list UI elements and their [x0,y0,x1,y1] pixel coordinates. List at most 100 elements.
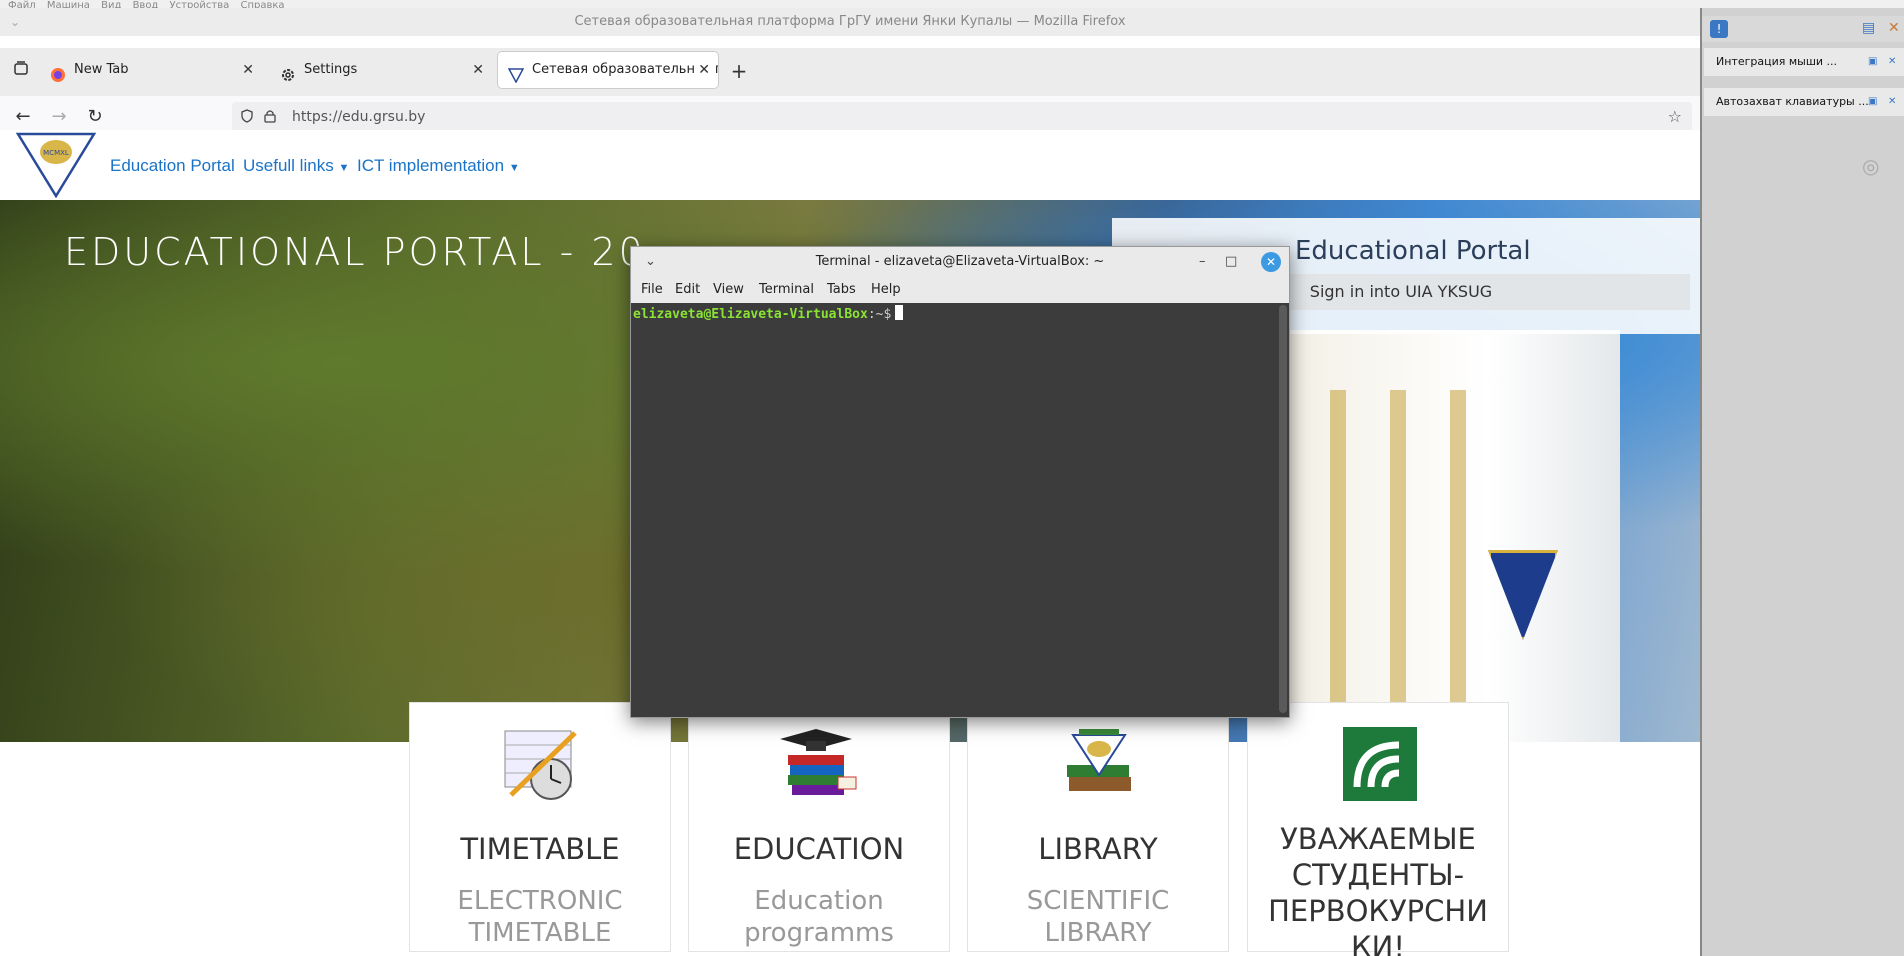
menu-devices[interactable]: Устройства [170,0,230,8]
tab-settings[interactable]: Settings ✕ [270,52,492,88]
belarusbank-logo-icon [1339,725,1419,803]
terminal-output[interactable]: elizaveta@Elizaveta-VirtualBox:~$ [631,303,1277,717]
site-navbar: MCMXL Education Portal Usefull links ▼ I… [0,130,1700,200]
graduation-books-icon [780,725,860,803]
card-title-line: ПЕРВОКУРСНИ [1268,894,1488,928]
timetable-icon [501,725,581,803]
tab-label: New Tab [74,62,129,77]
card-title-line: КИ! [1351,930,1405,956]
card-subtitle-line: ELECTRONIC [457,886,623,916]
info-icon[interactable]: ▣ [1868,56,1880,68]
close-icon[interactable]: ✕ [472,52,484,88]
menu-view[interactable]: View [713,282,744,297]
tab-label: Сетевая образовательная платф [532,62,718,77]
tab-bar: New Tab ✕ Settings ✕ Сетевая образовател… [0,48,1700,96]
card-subtitle: SCIENTIFIC LIBRARY [968,885,1228,949]
notification-keyboard-capture[interactable]: Автозахват клавиатуры ... ▣ ✕ [1704,88,1904,116]
building-image [1290,330,1620,742]
nav-usefull-links-label: Usefull links [243,156,334,175]
terminal-window: ⌄ Terminal - elizaveta@Elizaveta-Virtual… [630,246,1290,718]
card-title: TIMETABLE [460,832,620,866]
prompt-user: elizaveta@Elizaveta-VirtualBox [633,307,868,322]
card-subtitle-line: TIMETABLE [468,918,612,948]
card-library[interactable]: LIBRARY SCIENTIFIC LIBRARY [967,702,1229,952]
card-subtitle-line: programms [744,918,894,948]
card-subtitle-line: SCIENTIFIC [1026,886,1170,916]
forward-icon[interactable]: → [46,104,72,130]
globe-icon: ◎ [1862,154,1880,178]
url-text[interactable]: https://edu.grsu.by [292,102,425,132]
menu-edit[interactable]: Edit [675,282,700,297]
card-timetable[interactable]: TIMETABLE ELECTRONIC TIMETABLE [409,702,671,952]
new-tab-button[interactable]: + [726,58,752,84]
notification-text: Интеграция мыши ... [1716,55,1838,68]
notification-panel: ! ▤ ✕ Интеграция мыши ... ▣ ✕ Автозахват… [1700,8,1904,956]
tab-list-icon[interactable] [8,58,34,84]
card-education[interactable]: EDUCATION Education programms [688,702,950,952]
notification-mouse-integration[interactable]: Интеграция мыши ... ▣ ✕ [1704,48,1904,76]
maximize-icon[interactable]: □ [1225,247,1237,277]
card-row: TIMETABLE ELECTRONIC TIMETABLE EDUCATION… [0,702,1700,956]
url-bar[interactable]: https://edu.grsu.by ☆ [232,102,1692,132]
bookmark-star-icon[interactable]: ☆ [1668,102,1682,132]
tab-new-tab[interactable]: New Tab ✕ [40,52,262,88]
card-subtitle: ELECTRONIC TIMETABLE [410,885,670,949]
nav-ict-implementation[interactable]: ICT implementation ▼ [357,156,520,176]
prompt-path: :~$ [867,307,892,322]
minimize-icon[interactable]: – [1199,247,1206,277]
terminal-menubar: File Edit View Terminal Tabs Help [631,277,1289,303]
window-titlebar: ⌄ Сетевая образовательная платформа ГрГУ… [0,8,1700,36]
close-icon[interactable]: ✕ [695,52,710,88]
card-title: LIBRARY [1038,832,1158,866]
close-panel-icon[interactable]: ✕ [1888,20,1900,36]
card-title-line: УВАЖАЕМЫЕ [1280,822,1476,856]
chevron-down-icon[interactable]: ⌄ [645,247,656,277]
menu-file[interactable]: Файл [8,0,36,8]
grsu-logo[interactable]: MCMXL [15,130,97,199]
card-freshmen[interactable]: УВАЖАЕМЫЕ СТУДЕНТЫ- ПЕРВОКУРСНИ КИ! [1247,702,1509,956]
settings-icon[interactable]: ▤ [1862,20,1875,36]
menu-file[interactable]: File [641,282,663,297]
notification-center-icon[interactable]: ! [1710,20,1728,38]
close-icon[interactable]: ✕ [1888,56,1900,68]
close-icon[interactable]: ✕ [242,52,254,88]
card-title-line: СТУДЕНТЫ- [1291,858,1465,892]
window-title: Сетевая образовательная платформа ГрГУ и… [574,14,1126,29]
reload-icon[interactable]: ↻ [82,104,108,130]
tab-grsu[interactable]: Сетевая образовательная платф ✕ [498,52,718,88]
menu-view[interactable]: Вид [101,0,121,8]
terminal-titlebar: ⌄ Terminal - elizaveta@Elizaveta-Virtual… [631,247,1289,277]
tab-label: Settings [304,62,358,77]
menu-tabs[interactable]: Tabs [827,282,856,297]
terminal-title: Terminal - elizaveta@Elizaveta-VirtualBo… [815,254,1105,269]
nav-ict-label: ICT implementation [357,156,505,175]
card-title: EDUCATION [733,832,905,866]
vbox-menubar: Файл Машина Вид Ввод Устройства Справка [0,0,1904,8]
nav-education-portal[interactable]: Education Portal [110,156,235,176]
menu-terminal[interactable]: Terminal [759,282,814,297]
menu-machine[interactable]: Машина [47,0,90,8]
hero-title: EDUCATIONAL PORTAL - 20 [64,230,646,274]
firefox-icon [50,62,66,82]
card-subtitle: Education programms [689,885,949,949]
gear-icon [280,62,296,81]
chevron-down-icon[interactable]: ⌄ [10,8,20,36]
terminal-scrollbar[interactable] [1279,305,1287,713]
menu-input[interactable]: Ввод [133,0,159,8]
shield-icon[interactable] [240,102,254,132]
caret-down-icon: ▼ [508,162,520,174]
caret-down-icon: ▼ [338,162,350,174]
logo-text: MCMXL [43,149,69,157]
menu-help[interactable]: Help [871,282,901,297]
back-icon[interactable]: ← [10,104,36,130]
info-icon[interactable]: ▣ [1868,96,1880,108]
text-cursor [895,305,904,320]
grsu-icon [507,62,525,84]
nav-usefull-links[interactable]: Usefull links ▼ [243,156,349,176]
card-title: УВАЖАЕМЫЕ СТУДЕНТЫ- ПЕРВОКУРСНИ КИ! [1248,821,1508,956]
library-books-icon [1059,725,1139,803]
menu-help[interactable]: Справка [240,0,284,8]
lock-icon[interactable] [264,102,276,132]
close-icon[interactable]: ✕ [1888,96,1900,108]
close-icon[interactable]: ✕ [1261,252,1281,272]
